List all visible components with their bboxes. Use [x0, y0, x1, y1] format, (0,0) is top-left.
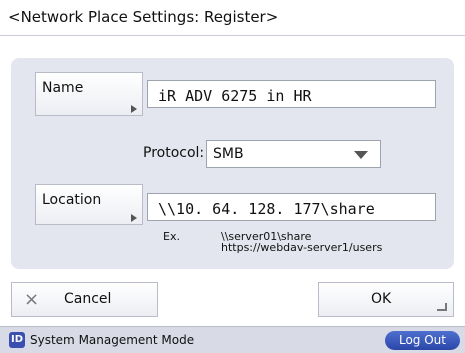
logout-button[interactable]: Log Out [385, 331, 460, 350]
corner-arrow-icon [131, 214, 137, 222]
close-icon: × [24, 289, 40, 310]
location-field[interactable]: \\10. 64. 128. 177\share [147, 193, 436, 221]
location-button-label: Location [42, 192, 102, 208]
protocol-select-value: SMB [213, 146, 244, 162]
cancel-button-label: Cancel [64, 291, 112, 307]
location-field-value: \\10. 64. 128. 177\share [158, 200, 375, 218]
corner-arrow-icon [131, 105, 137, 113]
name-field-value: iR ADV 6275 in HR [158, 87, 312, 105]
protocol-label: Protocol: [143, 145, 205, 161]
example-label: Ex. [163, 230, 180, 243]
window-title-bar: <Network Place Settings: Register> [0, 0, 465, 36]
protocol-select[interactable]: SMB [206, 140, 381, 168]
enter-arrow-icon [437, 303, 447, 311]
location-button[interactable]: Location [35, 184, 143, 225]
id-icon: ID [9, 332, 25, 348]
status-bar: ID System Management Mode Log Out [0, 326, 465, 353]
name-button[interactable]: Name [35, 72, 143, 116]
example-line-2: https://webdav-server1/users [221, 241, 383, 254]
dropdown-caret-icon [354, 151, 368, 159]
name-field[interactable]: iR ADV 6275 in HR [147, 80, 436, 108]
cancel-button[interactable]: × Cancel [11, 282, 158, 317]
window-title: <Network Place Settings: Register> [8, 8, 279, 26]
mode-text: System Management Mode [30, 333, 195, 347]
name-button-label: Name [42, 80, 84, 96]
ok-button[interactable]: OK [318, 282, 454, 317]
ok-button-label: OK [371, 291, 392, 307]
